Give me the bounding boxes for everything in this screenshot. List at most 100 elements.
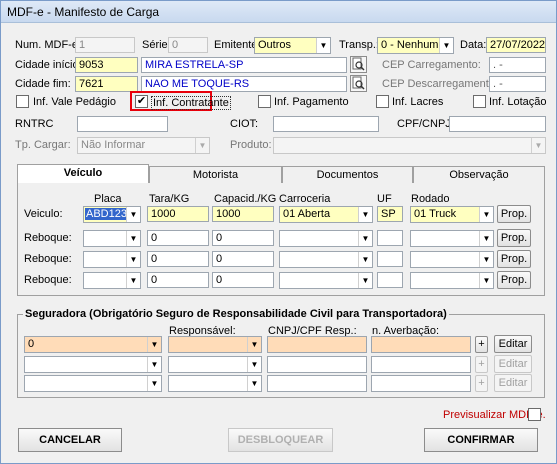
cnpj-resp-field[interactable] [267,375,367,392]
cnpj-resp-field[interactable] [267,336,367,353]
reboque-carroceria-select[interactable]: ▼ [279,272,373,289]
averbacao-field[interactable] [371,375,471,392]
cidade-fim-code[interactable]: 7621 [75,76,138,92]
chevron-down-icon[interactable]: ▼ [126,231,140,246]
averbacao-field[interactable] [371,356,471,373]
chevron-down-icon[interactable]: ▼ [479,273,493,288]
cancelar-button[interactable]: CANCELAR [18,428,122,452]
data-field[interactable]: 27/07/2022 [486,37,546,53]
editar-button[interactable]: Editar [494,374,532,392]
chevron-down-icon[interactable]: ▼ [247,357,261,372]
reboque-rodado-select[interactable]: ▼ [410,230,494,247]
rntrc-field[interactable] [77,116,168,132]
cidade-inicio-code[interactable]: 9053 [75,57,138,73]
confirmar-button[interactable]: CONFIRMAR [424,428,538,452]
chevron-down-icon[interactable]: ▼ [316,38,330,53]
responsavel-select[interactable]: ▼ [168,375,262,392]
transp-select[interactable]: 0 - Nenhum ▼ [377,37,454,54]
reboque-tara-field[interactable]: 0 [147,272,209,288]
cidade-inicio-name[interactable]: MIRA ESTRELA-SP [141,57,347,73]
reboque-capacid-field[interactable]: 0 [212,230,274,246]
tp-cargar-select[interactable]: Não Informar ▼ [77,137,210,154]
tab-observacao[interactable]: Observação [413,166,545,184]
cpf-cnpj-field[interactable] [449,116,546,132]
vale-pedagio-checkbox[interactable] [16,95,29,108]
chevron-down-icon[interactable]: ▼ [479,231,493,246]
reboque-tara-field[interactable]: 0 [147,251,209,267]
cnpj-resp-field[interactable] [267,356,367,373]
reboque-rodado-select[interactable]: ▼ [410,251,494,268]
emitente-select[interactable]: Outros ▼ [254,37,331,54]
chevron-down-icon[interactable]: ▼ [358,273,372,288]
responsavel-select[interactable]: ▼ [168,356,262,373]
tab-motorista[interactable]: Motorista [149,166,282,184]
num-mdfe-field[interactable]: 1 [75,37,135,53]
serie-field[interactable]: 0 [168,37,208,53]
reboque-uf-field[interactable] [377,272,403,288]
chevron-down-icon[interactable]: ▼ [147,337,161,352]
reboque-uf-field[interactable] [377,251,403,267]
chevron-down-icon[interactable]: ▼ [531,138,545,153]
uf-field[interactable]: SP [377,206,403,222]
cep-descarregamento-field[interactable]: . - [489,76,546,92]
chevron-down-icon[interactable]: ▼ [439,38,453,53]
tab-documentos[interactable]: Documentos [282,166,413,184]
chevron-down-icon[interactable]: ▼ [147,376,161,391]
add-averbacao-button[interactable]: + [475,336,488,353]
reboque-carroceria-select[interactable]: ▼ [279,230,373,247]
chevron-down-icon[interactable]: ▼ [126,207,140,222]
lotacao-checkbox[interactable] [473,95,486,108]
reboque-placa-select[interactable]: ▼ [83,230,141,247]
tab-veiculo[interactable]: Veículo [17,164,149,184]
add-averbacao-button[interactable]: + [475,356,488,373]
reboque-uf-field[interactable] [377,230,403,246]
search-city-start-button[interactable] [350,56,367,73]
chevron-down-icon[interactable]: ▼ [195,138,209,153]
prop-button[interactable]: Prop. [497,229,531,247]
reboque-rodado-select[interactable]: ▼ [410,272,494,289]
cep-carregamento-field[interactable]: . - [489,57,546,73]
chevron-down-icon[interactable]: ▼ [479,207,493,222]
chevron-down-icon[interactable]: ▼ [358,207,372,222]
previsualizar-checkbox[interactable] [528,408,541,421]
reboque-tara-field[interactable]: 0 [147,230,209,246]
search-city-end-button[interactable] [350,75,367,92]
desbloquear-button[interactable]: DESBLOQUEAR [228,428,333,452]
reboque-capacid-field[interactable]: 0 [212,251,274,267]
chevron-down-icon[interactable]: ▼ [126,273,140,288]
prop-button[interactable]: Prop. [497,205,531,223]
chevron-down-icon[interactable]: ▼ [479,252,493,267]
reboque-carroceria-select[interactable]: ▼ [279,251,373,268]
reboque-placa-select[interactable]: ▼ [83,272,141,289]
ciot-field[interactable] [273,116,379,132]
contratante-checkbox[interactable]: ✔ [135,95,148,108]
chevron-down-icon[interactable]: ▼ [247,337,261,352]
placa-select[interactable]: ABD1234 ▼ [83,206,141,223]
capacid-field[interactable]: 1000 [212,206,274,222]
chevron-down-icon[interactable]: ▼ [247,376,261,391]
reboque-placa-select[interactable]: ▼ [83,251,141,268]
seguradora-select[interactable]: ▼ [24,375,162,392]
carroceria-select[interactable]: 01 Aberta ▼ [279,206,373,223]
chevron-down-icon[interactable]: ▼ [126,252,140,267]
averbacao-field[interactable] [371,336,471,353]
chevron-down-icon[interactable]: ▼ [358,252,372,267]
prop-button[interactable]: Prop. [497,271,531,289]
editar-button[interactable]: Editar [494,355,532,373]
rodado-select[interactable]: 01 Truck ▼ [410,206,494,223]
seguradora-select[interactable]: ▼ [24,356,162,373]
add-averbacao-button[interactable]: + [475,375,488,392]
seguradora-select[interactable]: 0 ▼ [24,336,162,353]
pagamento-checkbox[interactable] [258,95,271,108]
produto-select[interactable]: ▼ [273,137,546,154]
cidade-fim-name[interactable]: NAO ME TOQUE-RS [141,76,347,92]
lacres-checkbox[interactable] [376,95,389,108]
chevron-down-icon[interactable]: ▼ [147,357,161,372]
title-bar: MDF-e - Manifesto de Carga [1,1,556,23]
chevron-down-icon[interactable]: ▼ [358,231,372,246]
tara-field[interactable]: 1000 [147,206,209,222]
reboque-capacid-field[interactable]: 0 [212,272,274,288]
prop-button[interactable]: Prop. [497,250,531,268]
editar-button[interactable]: Editar [494,335,532,353]
responsavel-select[interactable]: ▼ [168,336,262,353]
